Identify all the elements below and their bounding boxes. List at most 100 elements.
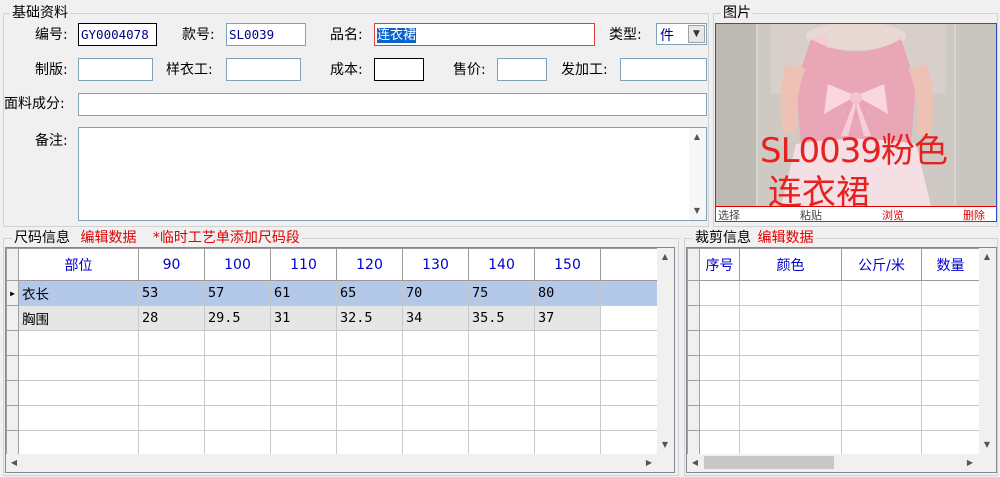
sample-worker-label: 样衣工: — [166, 62, 213, 78]
send-process-field[interactable] — [620, 58, 707, 81]
chevron-down-icon[interactable]: ▼ — [688, 25, 705, 43]
scroll-up-icon[interactable]: ▲ — [658, 250, 672, 264]
table-cell[interactable]: 衣长 — [18, 280, 139, 306]
table-cell[interactable] — [600, 280, 658, 306]
cut-header-row: 序号 颜色 公斤/米 数量 — [687, 248, 980, 281]
type-select-value: 件 — [660, 28, 674, 44]
table-row[interactable] — [687, 280, 980, 306]
sample-worker-field[interactable] — [226, 58, 301, 81]
table-cell[interactable]: 65 — [336, 280, 403, 306]
cut-grid-vscroll[interactable]: ▲ ▼ — [979, 248, 996, 454]
scroll-down-icon[interactable]: ▼ — [658, 438, 672, 452]
table-row[interactable] — [6, 430, 658, 456]
cut-col-header[interactable]: 序号 — [699, 248, 740, 281]
table-row[interactable] — [687, 330, 980, 356]
table-cell[interactable]: 胸围 — [18, 305, 139, 331]
row-header-corner — [6, 248, 19, 281]
size-col-header[interactable]: 120 — [336, 248, 403, 281]
picture-toolbar: 选择 粘贴 浏览 删除 — [716, 206, 996, 221]
size-col-header[interactable]: 140 — [468, 248, 535, 281]
table-row[interactable]: 胸围 28 29.5 31 32.5 34 35.5 37 — [6, 305, 658, 331]
table-cell[interactable]: 35.5 — [468, 305, 535, 331]
size-col-header[interactable]: 110 — [270, 248, 337, 281]
cut-col-header[interactable]: 公斤/米 — [841, 248, 922, 281]
table-cell[interactable]: 28 — [138, 305, 205, 331]
table-row[interactable] — [687, 305, 980, 331]
picture-paste-button[interactable]: 粘贴 — [800, 207, 822, 221]
picture-frame: SL0039粉色 连衣裙 选择 粘贴 浏览 删除 — [715, 23, 997, 222]
table-row[interactable] — [6, 380, 658, 406]
size-col-header[interactable]: 90 — [138, 248, 205, 281]
table-cell[interactable]: 32.5 — [336, 305, 403, 331]
cut-col-header[interactable]: 颜色 — [739, 248, 842, 281]
size-table: 部位 90 100 110 120 130 140 150 ▶ 衣长 53 57… — [6, 248, 658, 456]
size-grid-hscroll[interactable]: ◀ ▶ — [6, 454, 674, 472]
picture-browse-button[interactable]: 浏览 — [882, 207, 904, 221]
table-row[interactable] — [687, 430, 980, 456]
table-cell[interactable]: 75 — [468, 280, 535, 306]
cost-field[interactable] — [374, 58, 424, 81]
table-row[interactable] — [6, 355, 658, 381]
size-grid: 部位 90 100 110 120 130 140 150 ▶ 衣长 53 57… — [5, 247, 675, 473]
picture-delete-button[interactable]: 删除 — [963, 207, 985, 221]
current-row-arrow-icon[interactable]: ▶ — [6, 280, 19, 306]
table-cell[interactable]: 31 — [270, 305, 337, 331]
scroll-left-icon[interactable]: ◀ — [688, 456, 702, 470]
code-label: 编号: — [35, 27, 68, 43]
code-field[interactable]: GY0004078 — [78, 23, 157, 46]
cut-table: 序号 颜色 公斤/米 数量 — [687, 248, 980, 456]
cut-grid: 序号 颜色 公斤/米 数量 ▲ ▼ ◀ ▶ — [686, 247, 997, 473]
type-label: 类型: — [609, 27, 642, 43]
name-label: 品名: — [330, 27, 363, 43]
type-select[interactable]: 件 ▼ — [656, 23, 707, 45]
table-row[interactable] — [6, 405, 658, 431]
size-temp-link[interactable]: *临时工艺单添加尺码段 — [153, 230, 300, 246]
size-col-header[interactable]: 部位 — [18, 248, 139, 281]
table-cell[interactable]: 37 — [534, 305, 601, 331]
table-row[interactable] — [687, 355, 980, 381]
table-row[interactable]: ▶ 衣长 53 57 61 65 70 75 80 — [6, 280, 658, 306]
plate-field[interactable] — [78, 58, 153, 81]
scroll-down-icon[interactable]: ▼ — [980, 438, 994, 452]
table-cell[interactable]: 34 — [402, 305, 469, 331]
size-col-header[interactable]: 150 — [534, 248, 601, 281]
table-row[interactable] — [687, 380, 980, 406]
cut-grid-hscroll-thumb[interactable] — [704, 456, 834, 469]
name-field[interactable]: 连衣裙 — [374, 23, 595, 46]
table-cell[interactable]: 80 — [534, 280, 601, 306]
row-header[interactable] — [6, 305, 19, 331]
size-col-header[interactable]: 100 — [204, 248, 271, 281]
table-row[interactable] — [687, 405, 980, 431]
scroll-right-icon[interactable]: ▶ — [642, 456, 656, 470]
price-label: 售价: — [453, 62, 486, 78]
size-col-header[interactable]: 130 — [402, 248, 469, 281]
note-textarea[interactable] — [78, 127, 707, 221]
fabric-field[interactable] — [78, 93, 707, 116]
price-field[interactable] — [497, 58, 547, 81]
table-cell[interactable]: 53 — [138, 280, 205, 306]
size-header-row: 部位 90 100 110 120 130 140 150 — [6, 248, 658, 281]
cut-edit-link[interactable]: 编辑数据 — [757, 230, 813, 246]
table-cell[interactable]: 57 — [204, 280, 271, 306]
style-field[interactable]: SL0039 — [226, 23, 306, 46]
table-cell[interactable]: 70 — [402, 280, 469, 306]
scroll-down-icon[interactable]: ▼ — [690, 204, 704, 218]
table-row[interactable] — [6, 330, 658, 356]
send-process-label: 发加工: — [561, 62, 608, 78]
picture-select-button[interactable]: 选择 — [718, 207, 740, 221]
scroll-up-icon[interactable]: ▲ — [980, 250, 994, 264]
row-header-corner — [687, 248, 700, 281]
size-grid-vscroll[interactable]: ▲ ▼ — [657, 248, 674, 454]
size-col-header-blank — [600, 248, 658, 281]
scroll-right-icon[interactable]: ▶ — [963, 456, 977, 470]
table-cell[interactable]: 29.5 — [204, 305, 271, 331]
cut-grid-hscroll[interactable]: ◀ ▶ — [687, 454, 996, 472]
cut-col-header[interactable]: 数量 — [921, 248, 980, 281]
basic-info-legend: 基础资料 — [10, 5, 70, 21]
scroll-left-icon[interactable]: ◀ — [7, 456, 21, 470]
table-cell[interactable] — [600, 305, 658, 331]
scroll-up-icon[interactable]: ▲ — [690, 130, 704, 144]
table-cell[interactable]: 61 — [270, 280, 337, 306]
note-scrollbar[interactable]: ▲ ▼ — [689, 128, 706, 220]
size-edit-link[interactable]: 编辑数据 — [80, 230, 136, 246]
